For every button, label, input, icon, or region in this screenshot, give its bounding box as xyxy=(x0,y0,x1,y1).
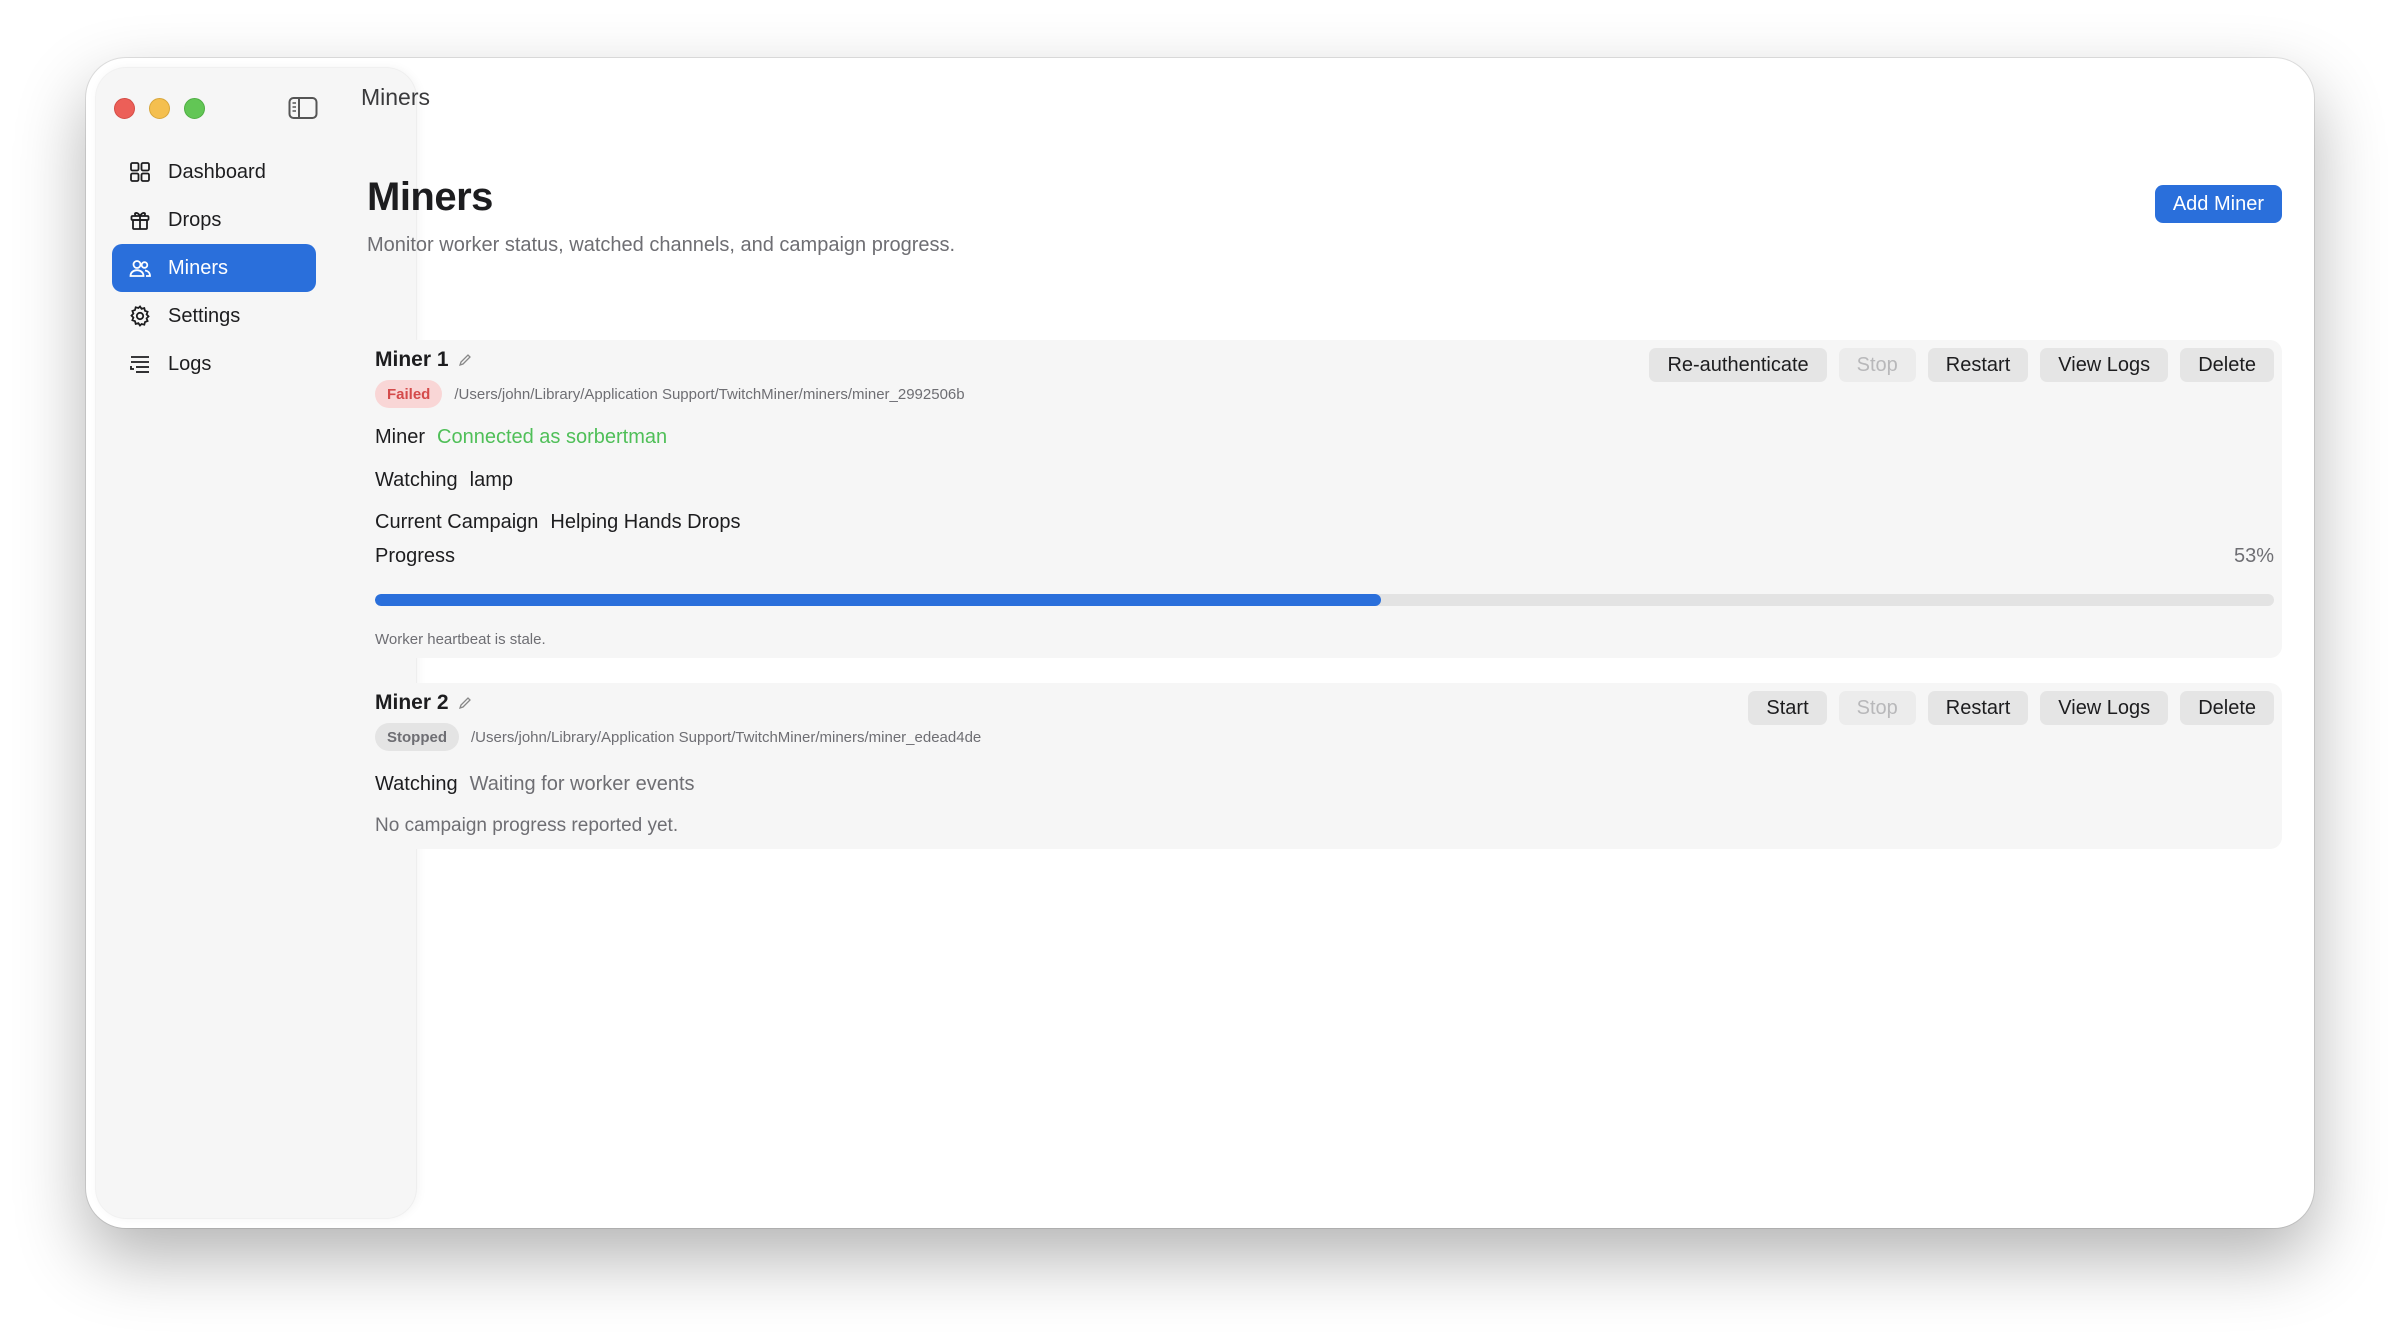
add-miner-button[interactable]: Add Miner xyxy=(2154,185,2282,223)
no-progress-note: No campaign progress reported yet. xyxy=(375,815,679,836)
users-icon xyxy=(129,260,151,277)
page-title: Miners xyxy=(367,175,493,219)
view-logs-button[interactable]: View Logs xyxy=(2040,348,2169,382)
campaign-label: Current Campaign xyxy=(375,511,539,533)
sidebar-item-label: Dashboard xyxy=(168,160,266,183)
watching-value: Waiting for worker events xyxy=(469,773,695,795)
start-button[interactable]: Start xyxy=(1748,691,1827,725)
sidebar-item-dashboard[interactable]: Dashboard xyxy=(112,148,316,196)
sidebar-nav: Dashboard Drops Miners Settings Logs xyxy=(112,148,316,388)
toolbar-title: Miners xyxy=(361,84,431,110)
watching-label: Watching xyxy=(375,469,458,491)
zoom-window-button[interactable] xyxy=(184,98,205,119)
connection-status: Connected as sorbertman xyxy=(437,426,668,448)
miner-connection-row: Miner Connected as sorbertman xyxy=(375,426,667,449)
progress-percent: 53% xyxy=(2233,545,2274,567)
miner-header: Miner 2 xyxy=(375,691,473,715)
sidebar-item-label: Logs xyxy=(168,352,212,375)
campaign-row: Current Campaign Helping Hands Drops xyxy=(375,511,741,534)
restart-button[interactable]: Restart xyxy=(1927,348,2029,382)
miner-actions: Re-authenticate Stop Restart View Logs D… xyxy=(1649,348,2274,382)
sidebar-item-settings[interactable]: Settings xyxy=(112,292,316,340)
page-subtitle: Monitor worker status, watched channels,… xyxy=(367,234,956,256)
miner-card: Miner 2 Stopped /Users/john/Library/Appl… xyxy=(367,683,2282,849)
delete-button[interactable]: Delete xyxy=(2180,691,2274,725)
edit-pencil-icon[interactable] xyxy=(457,352,473,368)
status-badge: Stopped xyxy=(375,723,459,751)
watching-row: Watching Waiting for worker events xyxy=(375,773,695,796)
sidebar-item-miners[interactable]: Miners xyxy=(112,244,316,292)
campaign-value: Helping Hands Drops xyxy=(550,511,741,533)
sidebar-item-logs[interactable]: Logs xyxy=(112,340,316,388)
miner-label: Miner xyxy=(375,426,426,448)
gear-icon xyxy=(130,305,150,327)
stop-button[interactable]: Stop xyxy=(1838,691,1916,725)
main-content: Miners Monitor worker status, watched ch… xyxy=(367,175,2282,849)
delete-button[interactable]: Delete xyxy=(2180,348,2274,382)
watching-row: Watching lamp xyxy=(375,469,513,492)
progress-bar xyxy=(375,594,2274,606)
miner-path: /Users/john/Library/Application Support/… xyxy=(471,728,982,746)
grid-icon xyxy=(130,162,150,182)
watching-value: lamp xyxy=(469,469,513,491)
view-logs-button[interactable]: View Logs xyxy=(2040,691,2169,725)
progress-label: Progress xyxy=(375,545,456,567)
sidebar-item-label: Miners xyxy=(168,256,229,279)
sidebar-item-label: Settings xyxy=(168,304,241,327)
close-window-button[interactable] xyxy=(114,98,135,119)
edit-pencil-icon[interactable] xyxy=(457,695,473,711)
miner-status-row: Stopped /Users/john/Library/Application … xyxy=(375,723,981,751)
restart-button[interactable]: Restart xyxy=(1927,691,2029,725)
miner-status-row: Failed /Users/john/Library/Application S… xyxy=(375,380,965,408)
list-icon xyxy=(130,356,149,373)
app-window: Dashboard Drops Miners Settings Logs Min… xyxy=(86,58,2314,1228)
gift-icon xyxy=(130,212,150,230)
sidebar-item-label: Drops xyxy=(168,208,222,231)
miner-name: Miner 1 xyxy=(375,348,449,371)
reauthenticate-button[interactable]: Re-authenticate xyxy=(1649,348,1827,382)
heartbeat-note: Worker heartbeat is stale. xyxy=(375,631,546,648)
window-controls xyxy=(114,98,205,120)
miner-header: Miner 1 xyxy=(375,348,473,372)
miner-actions: Start Stop Restart View Logs Delete xyxy=(1748,691,2274,725)
miner-card: Miner 1 Failed /Users/john/Library/Appli… xyxy=(367,340,2282,658)
status-badge: Failed xyxy=(375,380,443,408)
watching-label: Watching xyxy=(375,773,458,795)
sidebar-toggle-icon[interactable] xyxy=(288,96,318,120)
miner-path: /Users/john/Library/Application Support/… xyxy=(454,385,965,403)
sidebar-item-drops[interactable]: Drops xyxy=(112,196,316,244)
minimize-window-button[interactable] xyxy=(149,98,170,119)
miner-name: Miner 2 xyxy=(375,691,449,714)
progress-bar-fill xyxy=(375,594,1382,606)
stop-button[interactable]: Stop xyxy=(1838,348,1916,382)
